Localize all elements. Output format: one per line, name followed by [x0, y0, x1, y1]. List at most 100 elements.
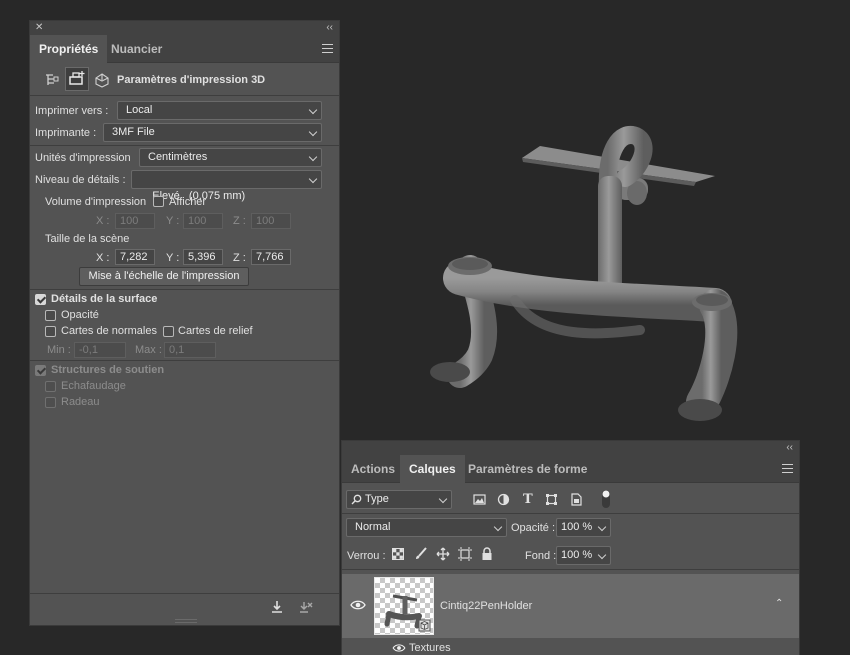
- opacity-checkbox[interactable]: [45, 310, 56, 321]
- properties-tabs: Propriétés Nuancier: [30, 35, 339, 63]
- chevron-down-icon: [308, 174, 318, 184]
- fill-field[interactable]: 100 %: [556, 546, 611, 565]
- scene-z-label: Z :: [233, 252, 246, 264]
- tab-layers[interactable]: Calques: [400, 455, 465, 483]
- tab-swatches[interactable]: Nuancier: [102, 35, 171, 63]
- max-label: Max :: [135, 344, 162, 356]
- layers-panel: ‹‹ Actions Calques Paramètres de forme T…: [341, 440, 800, 655]
- relief-maps-label: Cartes de relief: [178, 325, 253, 337]
- printer-label: Imprimante :: [35, 127, 97, 139]
- chevron-down-icon: [308, 152, 318, 162]
- section-title: Paramètres d'impression 3D: [117, 74, 266, 86]
- print-settings-icon: [69, 71, 85, 85]
- scene-y-field[interactable]: 5,396: [183, 249, 223, 265]
- collapse-layer-icon[interactable]: ⌃: [775, 598, 783, 609]
- lock-all-icon[interactable]: [481, 547, 493, 561]
- opacity-field[interactable]: 100 %: [556, 518, 611, 537]
- properties-panel: ✕ ‹‹ Propriétés Nuancier Paramètres d'im…: [29, 20, 340, 626]
- close-icon[interactable]: ✕: [35, 21, 43, 35]
- lock-transparency-icon[interactable]: [392, 548, 404, 560]
- scale-print-button[interactable]: Mise à l'échelle de l'impression: [79, 267, 249, 286]
- cancel-print-icon[interactable]: [298, 599, 314, 615]
- show-volume-checkbox[interactable]: [153, 196, 164, 207]
- divider: [30, 145, 339, 146]
- print-to-select[interactable]: Local: [117, 101, 322, 120]
- support-structures-label: Structures de soutien: [51, 364, 165, 376]
- eye-icon[interactable]: [392, 643, 406, 653]
- max-field: 0,1: [164, 342, 216, 358]
- volume-z-label: Z :: [233, 215, 246, 227]
- scaffolding-checkbox[interactable]: [45, 381, 56, 392]
- shape-filter-icon[interactable]: [545, 493, 558, 506]
- detail-level-select[interactable]: Elevé (0,075 mm): [131, 170, 322, 202]
- volume-z-field: 100: [251, 213, 291, 229]
- layers-tabs: Actions Calques Paramètres de forme: [342, 455, 799, 483]
- show-volume-label: Afficher: [169, 196, 207, 208]
- print-settings-tab-button[interactable]: [65, 67, 89, 91]
- lock-artboard-icon[interactable]: [458, 547, 472, 561]
- mesh-icon[interactable]: [94, 72, 110, 88]
- lock-brush-icon[interactable]: [414, 547, 428, 561]
- print-units-select[interactable]: Centimètres: [139, 148, 322, 167]
- tab-actions[interactable]: Actions: [342, 455, 404, 483]
- collapse-icon[interactable]: ‹‹: [786, 441, 793, 455]
- fill-label: Fond :: [525, 550, 557, 562]
- opacity-label: Opacité :: [511, 522, 556, 534]
- panel-menu-icon[interactable]: [782, 464, 793, 473]
- print-volume-label: Volume d'impression: [45, 196, 147, 208]
- min-field: -0,1: [74, 342, 126, 358]
- divider: [342, 513, 799, 514]
- relief-maps-checkbox[interactable]: [163, 326, 174, 337]
- filter-toggle-icon[interactable]: [600, 489, 612, 509]
- 3d-layer-thumbnail-image: [384, 594, 431, 632]
- search-icon: [351, 494, 362, 505]
- support-structures-checkbox[interactable]: [35, 365, 46, 376]
- scene-z-field[interactable]: 7,766: [251, 249, 291, 265]
- lock-move-icon[interactable]: [436, 547, 450, 561]
- resize-grip[interactable]: [175, 619, 197, 623]
- 3d-model-viewport[interactable]: [340, 0, 850, 440]
- layer-filter-select[interactable]: Type: [346, 490, 452, 509]
- panel-menu-icon[interactable]: [322, 44, 333, 53]
- surface-details-checkbox[interactable]: [35, 294, 46, 305]
- volume-y-label: Y :: [166, 215, 180, 227]
- scene-size-label: Taille de la scène: [45, 233, 130, 245]
- scaffolding-label: Echafaudage: [61, 380, 126, 392]
- volume-x-field: 100: [115, 213, 155, 229]
- image-filter-icon[interactable]: [473, 493, 486, 506]
- panel-title-bar: ✕ ‹‹: [30, 21, 339, 35]
- volume-y-field: 100: [183, 213, 223, 229]
- min-label: Min :: [47, 344, 71, 356]
- surface-details-label: Détails de la surface: [51, 293, 158, 305]
- tab-shape-settings[interactable]: Paramètres de forme: [459, 455, 596, 483]
- text-filter-icon[interactable]: T: [523, 492, 533, 507]
- adjustment-filter-icon[interactable]: [497, 493, 510, 506]
- volume-x-label: X :: [96, 215, 110, 227]
- divider: [30, 360, 339, 361]
- blend-mode-select[interactable]: Normal: [346, 518, 507, 537]
- opacity-label: Opacité: [61, 309, 99, 321]
- scene-x-label: X :: [96, 252, 110, 264]
- sublayer-name[interactable]: Textures: [409, 642, 451, 654]
- layer-thumbnail[interactable]: [374, 577, 434, 635]
- panel-title-bar: ‹‹: [342, 441, 799, 455]
- chevron-down-icon: [308, 105, 318, 115]
- divider: [30, 289, 339, 290]
- normal-maps-label: Cartes de normales: [61, 325, 157, 337]
- normal-maps-checkbox[interactable]: [45, 326, 56, 337]
- scene-icon[interactable]: [44, 72, 60, 88]
- printer-select[interactable]: 3MF File: [103, 123, 322, 142]
- print-icon[interactable]: [269, 599, 285, 615]
- print-units-label: Unités d'impression: [35, 152, 131, 164]
- smart-object-filter-icon[interactable]: [570, 493, 583, 506]
- layer-row[interactable]: Cintiq22PenHolder ⌃: [342, 574, 799, 638]
- raft-checkbox[interactable]: [45, 397, 56, 408]
- print-to-label: Imprimer vers :: [35, 105, 109, 117]
- eye-icon[interactable]: [350, 599, 366, 611]
- scene-x-field[interactable]: 7,282: [115, 249, 155, 265]
- tab-properties[interactable]: Propriétés: [30, 35, 108, 63]
- collapse-icon[interactable]: ‹‹: [326, 21, 333, 35]
- layer-name[interactable]: Cintiq22PenHolder: [440, 600, 532, 612]
- lock-label: Verrou :: [347, 550, 386, 562]
- chevron-down-icon: [597, 522, 607, 532]
